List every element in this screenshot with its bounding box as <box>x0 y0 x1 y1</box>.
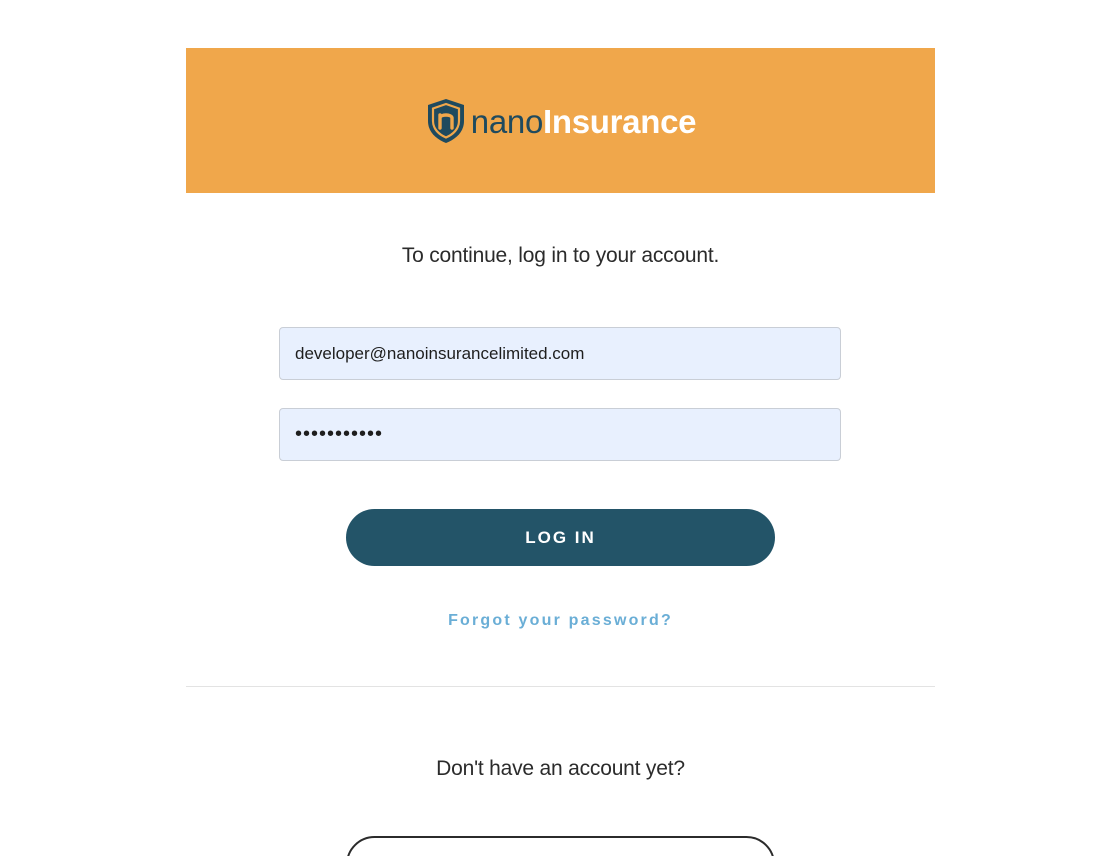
signup-button[interactable] <box>346 836 775 856</box>
forgot-password-link[interactable]: Forgot your password? <box>186 612 935 630</box>
logo-wordmark: nanoInsurance <box>470 103 697 140</box>
logo-wordmark-insurance: Insurance <box>543 103 697 140</box>
login-button-label: LOG IN <box>525 527 596 547</box>
login-button[interactable]: LOG IN <box>346 509 775 566</box>
page: nanoInsurance To continue, log in to you… <box>0 0 1112 856</box>
login-card: nanoInsurance To continue, log in to you… <box>186 48 935 856</box>
section-divider <box>186 686 935 687</box>
password-field[interactable] <box>279 408 841 461</box>
shield-n-icon <box>427 98 464 143</box>
logo: nanoInsurance <box>425 97 697 145</box>
login-prompt: To continue, log in to your account. <box>401 244 720 267</box>
brand-header: nanoInsurance <box>186 48 935 193</box>
email-field[interactable] <box>279 327 841 380</box>
signup-prompt: Don't have an account yet? <box>436 757 685 780</box>
logo-wordmark-nano: nano <box>470 103 544 140</box>
